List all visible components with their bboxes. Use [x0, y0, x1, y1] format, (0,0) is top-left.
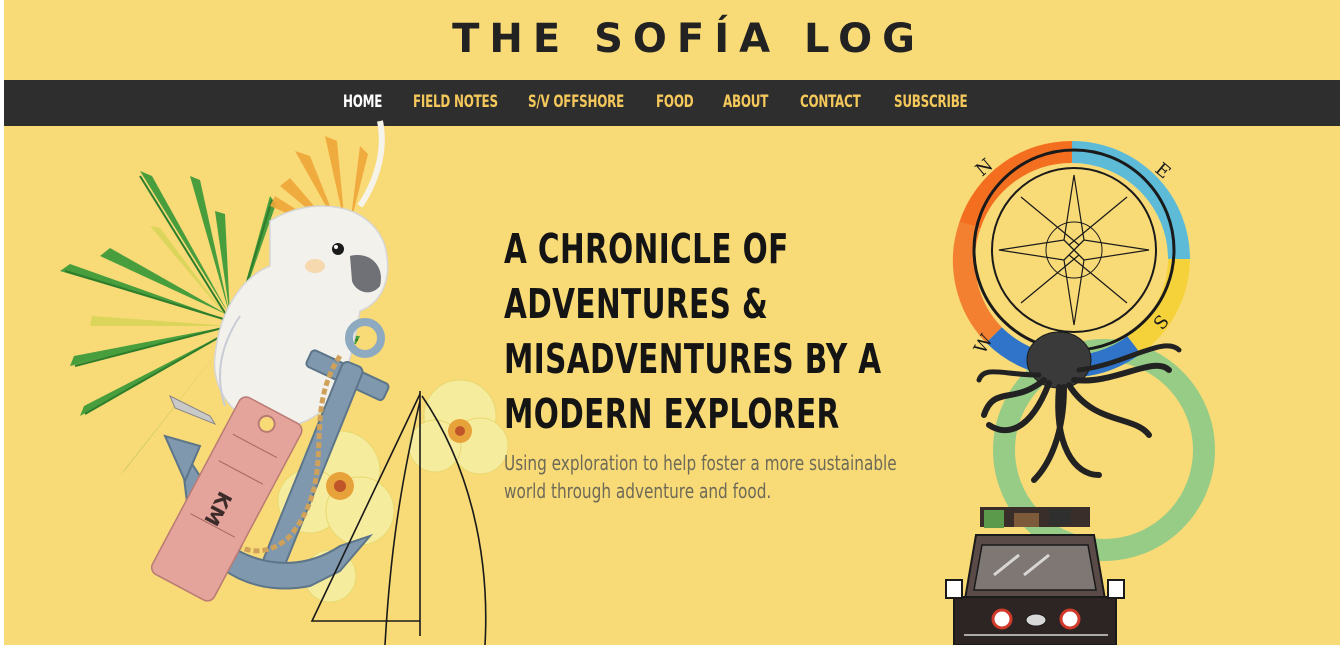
headline-line-3: MISADVENTURES BY A [504, 335, 882, 383]
nav-item-food[interactable]: FOOD [656, 92, 704, 112]
nav-label-about[interactable]: ABOUT [723, 92, 768, 112]
nav-label-sv-offshore[interactable]: S/V OFFSHORE [528, 92, 624, 112]
site-title[interactable]: THE SOFÍA LOG [4, 14, 1340, 64]
nav-label-field-notes[interactable]: FIELD NOTES [413, 92, 498, 112]
nav-item-home[interactable]: HOME [343, 92, 393, 112]
nav-item-subscribe[interactable]: SUBSCRIBE [894, 92, 988, 112]
hero-headline: A CHRONICLE OF ADVENTURES & MISADVENTURE… [504, 222, 920, 442]
left-collage-illustration: KM [60, 120, 509, 645]
right-collage-illustration: N E S W [945, 140, 1215, 645]
nav-label-subscribe[interactable]: SUBSCRIBE [894, 92, 968, 112]
hero-tagline: Using exploration to help foster a more … [504, 449, 946, 505]
nav-label-contact[interactable]: CONTACT [800, 92, 861, 112]
headline-line-4: MODERN EXPLORER [504, 390, 840, 438]
tagline-line-2: world through adventure and food. [504, 479, 772, 503]
nav-item-about[interactable]: ABOUT [723, 92, 781, 112]
headline-line-1: A CHRONICLE OF [504, 225, 789, 273]
page: THE SOFÍA LOG HOME FIELD NOTES S/V OFFSH… [4, 0, 1340, 645]
nav-item-contact[interactable]: CONTACT [800, 92, 878, 112]
nav-label-home[interactable]: HOME [343, 92, 382, 112]
tagline-line-1: Using exploration to help foster a more … [504, 451, 897, 475]
headline-line-2: ADVENTURES & [504, 280, 769, 328]
nav-label-food[interactable]: FOOD [656, 92, 694, 112]
nav-item-sv-offshore[interactable]: S/V OFFSHORE [528, 92, 651, 112]
nav-item-field-notes[interactable]: FIELD NOTES [413, 92, 522, 112]
